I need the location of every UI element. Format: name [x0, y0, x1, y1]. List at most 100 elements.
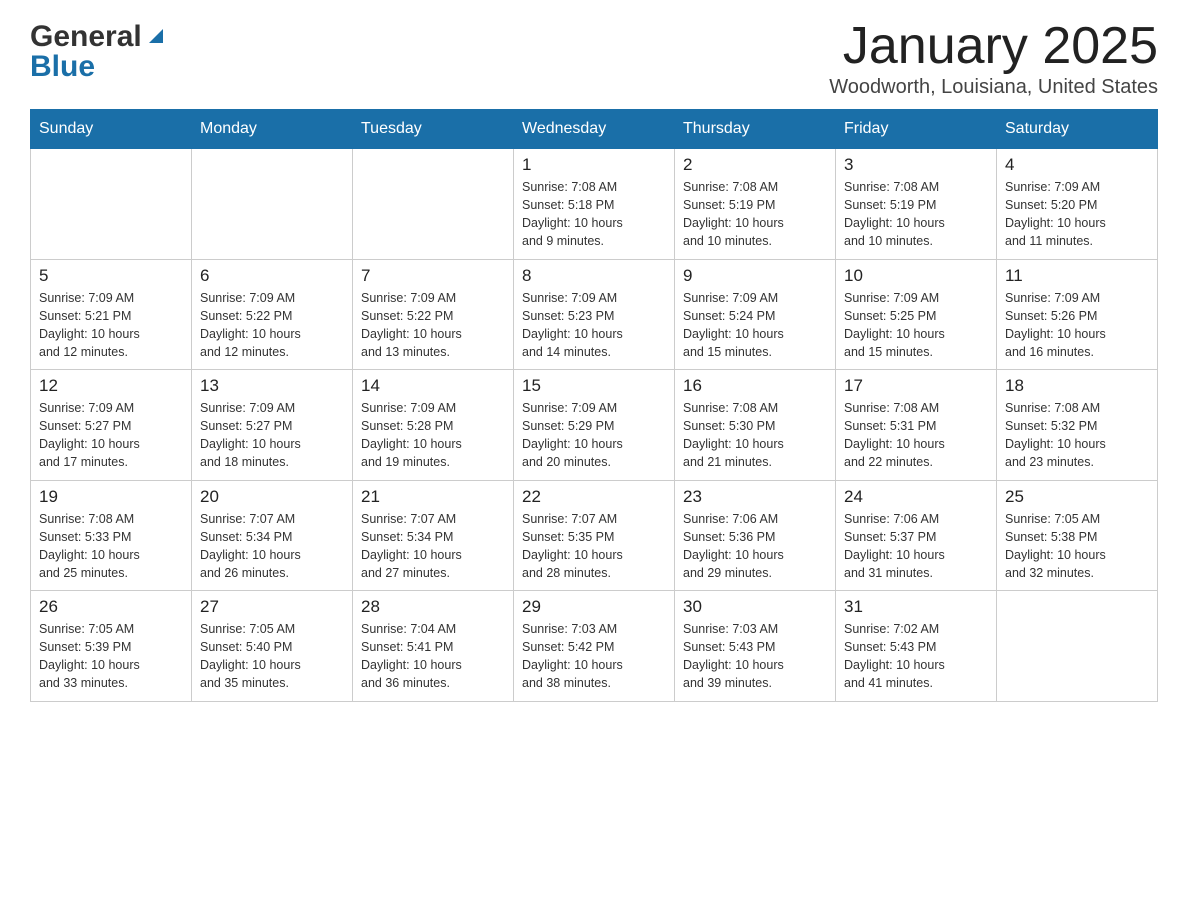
day-info: Sunrise: 7:09 AMSunset: 5:29 PMDaylight:…: [522, 399, 666, 472]
day-number: 15: [522, 376, 666, 396]
calendar-cell: [192, 149, 353, 260]
header-thursday: Thursday: [675, 110, 836, 149]
day-number: 16: [683, 376, 827, 396]
calendar-week-row: 12 Sunrise: 7:09 AMSunset: 5:27 PMDayligh…: [31, 370, 1158, 481]
calendar-cell: [31, 149, 192, 260]
calendar-cell: 25 Sunrise: 7:05 AMSunset: 5:38 PMDayligh…: [997, 480, 1158, 591]
calendar-cell: 17 Sunrise: 7:08 AMSunset: 5:31 PMDayligh…: [836, 370, 997, 481]
header-monday: Monday: [192, 110, 353, 149]
logo-blue-text: Blue: [30, 50, 95, 84]
day-info: Sunrise: 7:03 AMSunset: 5:43 PMDaylight:…: [683, 620, 827, 693]
day-info: Sunrise: 7:09 AMSunset: 5:25 PMDaylight:…: [844, 289, 988, 362]
calendar-week-row: 1 Sunrise: 7:08 AMSunset: 5:18 PMDaylight…: [31, 149, 1158, 260]
day-info: Sunrise: 7:06 AMSunset: 5:37 PMDaylight:…: [844, 510, 988, 583]
day-info: Sunrise: 7:02 AMSunset: 5:43 PMDaylight:…: [844, 620, 988, 693]
day-number: 4: [1005, 155, 1149, 175]
day-info: Sunrise: 7:09 AMSunset: 5:21 PMDaylight:…: [39, 289, 183, 362]
calendar-cell: 15 Sunrise: 7:09 AMSunset: 5:29 PMDayligh…: [514, 370, 675, 481]
day-info: Sunrise: 7:08 AMSunset: 5:30 PMDaylight:…: [683, 399, 827, 472]
calendar-cell: 11 Sunrise: 7:09 AMSunset: 5:26 PMDayligh…: [997, 259, 1158, 370]
calendar-cell: 28Sunrise: 7:04 AMSunset: 5:41 PMDayligh…: [353, 591, 514, 702]
calendar-cell: 24 Sunrise: 7:06 AMSunset: 5:37 PMDayligh…: [836, 480, 997, 591]
day-number: 13: [200, 376, 344, 396]
calendar-cell: 22 Sunrise: 7:07 AMSunset: 5:35 PMDayligh…: [514, 480, 675, 591]
header-wednesday: Wednesday: [514, 110, 675, 149]
day-number: 26: [39, 597, 183, 617]
calendar-week-row: 26Sunrise: 7:05 AMSunset: 5:39 PMDayligh…: [31, 591, 1158, 702]
day-info: Sunrise: 7:08 AMSunset: 5:32 PMDaylight:…: [1005, 399, 1149, 472]
day-number: 17: [844, 376, 988, 396]
location-subtitle: Woodworth, Louisiana, United States: [829, 76, 1158, 99]
calendar-cell: 18 Sunrise: 7:08 AMSunset: 5:32 PMDayligh…: [997, 370, 1158, 481]
day-number: 12: [39, 376, 183, 396]
calendar-cell: 14 Sunrise: 7:09 AMSunset: 5:28 PMDayligh…: [353, 370, 514, 481]
calendar-cell: 29Sunrise: 7:03 AMSunset: 5:42 PMDayligh…: [514, 591, 675, 702]
day-info: Sunrise: 7:09 AMSunset: 5:22 PMDaylight:…: [361, 289, 505, 362]
day-info: Sunrise: 7:09 AMSunset: 5:24 PMDaylight:…: [683, 289, 827, 362]
day-number: 2: [683, 155, 827, 175]
day-number: 23: [683, 487, 827, 507]
logo-triangle-icon: [145, 25, 167, 47]
calendar-cell: 30 Sunrise: 7:03 AMSunset: 5:43 PMDayligh…: [675, 591, 836, 702]
day-info: Sunrise: 7:08 AMSunset: 5:19 PMDaylight:…: [844, 178, 988, 251]
calendar-cell: 21 Sunrise: 7:07 AMSunset: 5:34 PMDayligh…: [353, 480, 514, 591]
day-number: 31: [844, 597, 988, 617]
page-header: General Blue January 2025 Woodworth, Lou…: [30, 20, 1158, 99]
calendar-cell: 5 Sunrise: 7:09 AMSunset: 5:21 PMDaylight…: [31, 259, 192, 370]
calendar-cell: 12 Sunrise: 7:09 AMSunset: 5:27 PMDayligh…: [31, 370, 192, 481]
day-number: 1: [522, 155, 666, 175]
calendar-cell: [997, 591, 1158, 702]
day-number: 6: [200, 266, 344, 286]
calendar-cell: 1 Sunrise: 7:08 AMSunset: 5:18 PMDaylight…: [514, 149, 675, 260]
day-info: Sunrise: 7:07 AMSunset: 5:34 PMDaylight:…: [361, 510, 505, 583]
day-number: 24: [844, 487, 988, 507]
day-info: Sunrise: 7:09 AMSunset: 5:23 PMDaylight:…: [522, 289, 666, 362]
calendar-cell: 20Sunrise: 7:07 AMSunset: 5:34 PMDayligh…: [192, 480, 353, 591]
header-sunday: Sunday: [31, 110, 192, 149]
day-info: Sunrise: 7:08 AMSunset: 5:33 PMDaylight:…: [39, 510, 183, 583]
calendar-week-row: 19 Sunrise: 7:08 AMSunset: 5:33 PMDayligh…: [31, 480, 1158, 591]
calendar-cell: 3 Sunrise: 7:08 AMSunset: 5:19 PMDaylight…: [836, 149, 997, 260]
day-info: Sunrise: 7:09 AMSunset: 5:20 PMDaylight:…: [1005, 178, 1149, 251]
day-number: 25: [1005, 487, 1149, 507]
day-number: 30: [683, 597, 827, 617]
day-info: Sunrise: 7:07 AMSunset: 5:34 PMDaylight:…: [200, 510, 344, 583]
day-info: Sunrise: 7:07 AMSunset: 5:35 PMDaylight:…: [522, 510, 666, 583]
day-info: Sunrise: 7:05 AMSunset: 5:40 PMDaylight:…: [200, 620, 344, 693]
calendar-cell: 7Sunrise: 7:09 AMSunset: 5:22 PMDaylight…: [353, 259, 514, 370]
calendar-cell: 9Sunrise: 7:09 AMSunset: 5:24 PMDaylight…: [675, 259, 836, 370]
calendar-cell: 13Sunrise: 7:09 AMSunset: 5:27 PMDayligh…: [192, 370, 353, 481]
day-number: 5: [39, 266, 183, 286]
day-number: 3: [844, 155, 988, 175]
calendar-cell: 23 Sunrise: 7:06 AMSunset: 5:36 PMDayligh…: [675, 480, 836, 591]
day-number: 8: [522, 266, 666, 286]
day-number: 18: [1005, 376, 1149, 396]
day-info: Sunrise: 7:09 AMSunset: 5:27 PMDaylight:…: [39, 399, 183, 472]
day-number: 11: [1005, 266, 1149, 286]
day-info: Sunrise: 7:03 AMSunset: 5:42 PMDaylight:…: [522, 620, 666, 693]
day-info: Sunrise: 7:08 AMSunset: 5:31 PMDaylight:…: [844, 399, 988, 472]
day-info: Sunrise: 7:08 AMSunset: 5:19 PMDaylight:…: [683, 178, 827, 251]
header-friday: Friday: [836, 110, 997, 149]
day-info: Sunrise: 7:06 AMSunset: 5:36 PMDaylight:…: [683, 510, 827, 583]
day-number: 10: [844, 266, 988, 286]
calendar-table: SundayMondayTuesdayWednesdayThursdayFrid…: [30, 109, 1158, 702]
calendar-cell: 27 Sunrise: 7:05 AMSunset: 5:40 PMDayligh…: [192, 591, 353, 702]
day-number: 19: [39, 487, 183, 507]
logo: General Blue: [30, 20, 167, 84]
header-tuesday: Tuesday: [353, 110, 514, 149]
calendar-cell: [353, 149, 514, 260]
day-info: Sunrise: 7:09 AMSunset: 5:22 PMDaylight:…: [200, 289, 344, 362]
day-number: 27: [200, 597, 344, 617]
day-info: Sunrise: 7:09 AMSunset: 5:26 PMDaylight:…: [1005, 289, 1149, 362]
day-number: 22: [522, 487, 666, 507]
day-number: 21: [361, 487, 505, 507]
calendar-cell: 6 Sunrise: 7:09 AMSunset: 5:22 PMDaylight…: [192, 259, 353, 370]
calendar-cell: 19 Sunrise: 7:08 AMSunset: 5:33 PMDayligh…: [31, 480, 192, 591]
day-number: 14: [361, 376, 505, 396]
day-info: Sunrise: 7:09 AMSunset: 5:28 PMDaylight:…: [361, 399, 505, 472]
calendar-cell: 2 Sunrise: 7:08 AMSunset: 5:19 PMDaylight…: [675, 149, 836, 260]
day-info: Sunrise: 7:05 AMSunset: 5:38 PMDaylight:…: [1005, 510, 1149, 583]
day-info: Sunrise: 7:08 AMSunset: 5:18 PMDaylight:…: [522, 178, 666, 251]
logo-general-text: General: [30, 20, 142, 54]
